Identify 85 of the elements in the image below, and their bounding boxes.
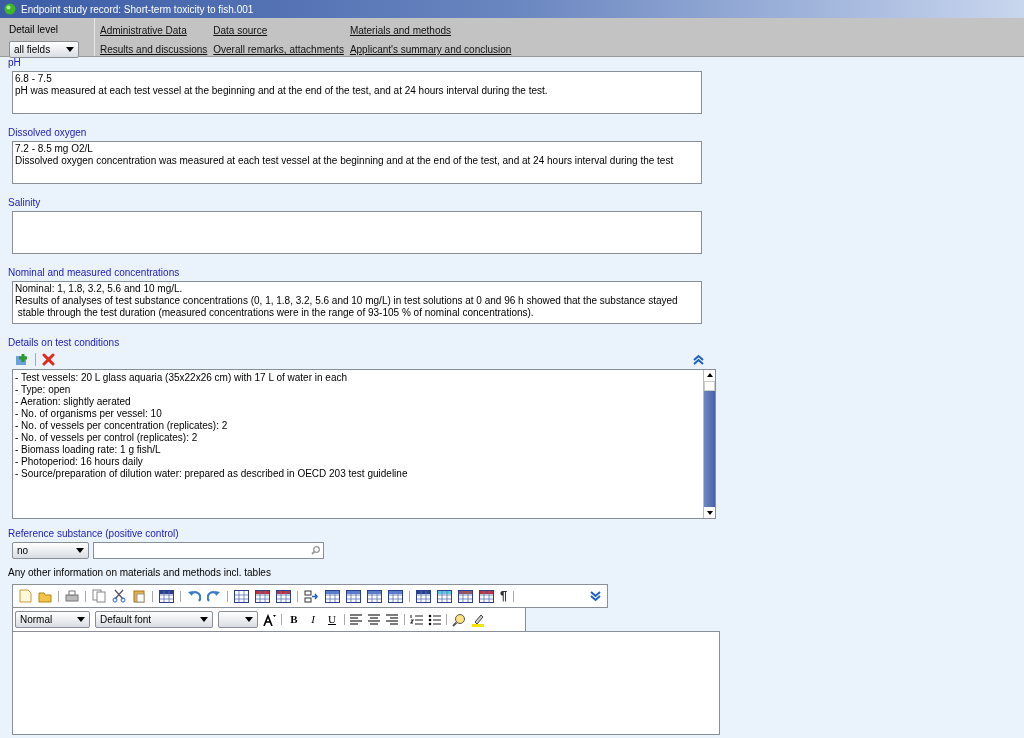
clipboard-icon[interactable]: [132, 589, 146, 603]
table-icon[interactable]: [234, 589, 249, 603]
section-link[interactable]: Applicant's summary and conclusion: [349, 42, 512, 57]
text-line: - Aeration: slightly aerated: [15, 396, 132, 408]
redo-icon[interactable]: [207, 589, 221, 603]
font-size-icon[interactable]: [263, 613, 276, 626]
text-line: - Test vessels: 20 L glass aquaria (35x22x26 cm) with 17 L of water in each: [15, 372, 349, 384]
table-icon[interactable]: [458, 589, 473, 603]
section-link[interactable]: Data source: [213, 23, 344, 38]
printer-icon[interactable]: [65, 589, 79, 603]
table-icon[interactable]: [276, 589, 291, 603]
table-icon[interactable]: [159, 589, 174, 603]
caret-icon[interactable]: [66, 47, 74, 52]
format-button[interactable]: U: [325, 611, 339, 628]
add-icon[interactable]: [15, 353, 29, 366]
reference-dropdown[interactable]: no: [12, 542, 89, 559]
text-area[interactable]: 7.2 - 8.5 mg O2/L Dissolved oxygen concentration was measured at each test vessel at the beginning and at the end of the test, and at 24 hours interval during the test: [12, 141, 702, 184]
font-dropdown[interactable]: Default font: [95, 611, 213, 628]
table-icon[interactable]: [416, 589, 431, 603]
field-label: pH: [8, 56, 22, 70]
align-right-icon[interactable]: [386, 614, 399, 625]
detail-level-label: Detail level: [9, 23, 59, 37]
text-line: pH was measured at each test vessel at the beginning and at the end of the test, and at 24 hours interval during the test.: [15, 85, 549, 97]
search-field[interactable]: [93, 542, 324, 559]
text-line: Results of analyses of test substance concentrations (0, 1, 1.8, 3.2, 5.6 and 10 mg/L) in test solutions at 0 and 96 h showed that the substance stayed: [15, 295, 679, 307]
scrollbar-track[interactable]: [704, 381, 715, 391]
scrollbar-thumb[interactable]: [704, 391, 715, 507]
section-link[interactable]: Materials and methods: [349, 23, 512, 38]
align-center-icon[interactable]: [368, 614, 381, 625]
find-replace-icon[interactable]: [452, 612, 466, 627]
table-icon[interactable]: [388, 589, 403, 603]
table-icon[interactable]: [437, 589, 452, 603]
search-icon[interactable]: [311, 546, 320, 555]
undo-icon[interactable]: [187, 589, 201, 603]
table-icon[interactable]: [367, 589, 382, 603]
numbered-list-icon[interactable]: [410, 613, 423, 626]
caret-icon[interactable]: [76, 548, 84, 553]
text-area[interactable]: [12, 281, 702, 324]
field-label: Any other information on materials and methods incl. tables: [8, 566, 272, 580]
align-left-icon[interactable]: [350, 614, 363, 625]
table-icon[interactable]: [255, 589, 270, 603]
text-line: - No. of vessels per concentration (replicates): 2: [15, 420, 229, 432]
text-line: - No. of organisms per vessel: 10: [15, 408, 163, 420]
window-title: Endpoint study record: Short-term toxicity to fish.001: [21, 2, 254, 17]
text-line: 7.2 - 8.5 mg O2/L: [15, 143, 94, 155]
split-cells-icon[interactable]: [304, 589, 319, 603]
text-area[interactable]: [12, 369, 716, 519]
table-icon[interactable]: [346, 589, 361, 603]
section-link[interactable]: Overall remarks, attachments: [213, 42, 344, 57]
style-dropdown[interactable]: Normal: [15, 611, 90, 628]
text-area[interactable]: 6.8 - 7.5 pH was measured at each test vessel at the beginning and at the end of the test, and at 24 hours interval during the test.: [12, 71, 702, 114]
format-button[interactable]: I: [306, 611, 320, 628]
section-link[interactable]: Results and discussions: [100, 42, 208, 57]
pilcrow-button[interactable]: ¶: [500, 586, 508, 606]
text-line: Dissolved oxygen concentration was measured at each test vessel at the beginning and at the end of the test, and at 24 hours interval during the test: [15, 155, 675, 167]
field-label: Salinity: [8, 196, 42, 210]
caret-icon[interactable]: [200, 617, 208, 622]
detail-level-dropdown[interactable]: all fields: [9, 41, 79, 58]
text-line: - No. of vessels per control (replicates): 2: [15, 432, 199, 444]
expand-icon[interactable]: [590, 590, 601, 602]
caret-icon[interactable]: [77, 617, 85, 622]
text-line: 6.8 - 7.5: [15, 73, 53, 85]
format-button[interactable]: B: [287, 611, 301, 628]
text-line: stable through the test duration (measured concentrations were in the range of 93-105 % of nominal concentrations).: [16, 307, 535, 319]
table-icon[interactable]: [325, 589, 340, 603]
table-icon[interactable]: [479, 589, 494, 603]
text-line: - Source/preparation of dilution water: prepared as described in OECD 203 test guideline: [15, 468, 409, 480]
text-line: - Type: open: [15, 384, 72, 396]
field-label: Details on test conditions: [8, 336, 121, 350]
field-label: Dissolved oxygen: [8, 126, 88, 140]
font-size-dropdown[interactable]: [218, 611, 258, 628]
scissors-icon[interactable]: [112, 589, 126, 603]
text-line: Nominal: 1, 1.8, 3.2, 5.6 and 10 mg/L.: [15, 283, 184, 295]
status-dot-icon[interactable]: [4, 3, 16, 15]
folder-icon[interactable]: [38, 589, 52, 603]
caret-icon[interactable]: [245, 617, 253, 622]
text-line: - Photoperiod: 16 hours daily: [15, 456, 144, 468]
delete-icon[interactable]: [42, 353, 55, 366]
highlighter-icon[interactable]: [471, 612, 485, 627]
bullet-list-icon[interactable]: [428, 613, 441, 626]
text-line: - Biomass loading rate: 1 g fish/L: [15, 444, 162, 456]
section-link[interactable]: Administrative Data: [100, 23, 208, 38]
collapse-icon[interactable]: [693, 354, 704, 365]
field-label: Nominal and measured concentrations: [8, 266, 181, 280]
field-label: Reference substance (positive control): [8, 527, 180, 541]
